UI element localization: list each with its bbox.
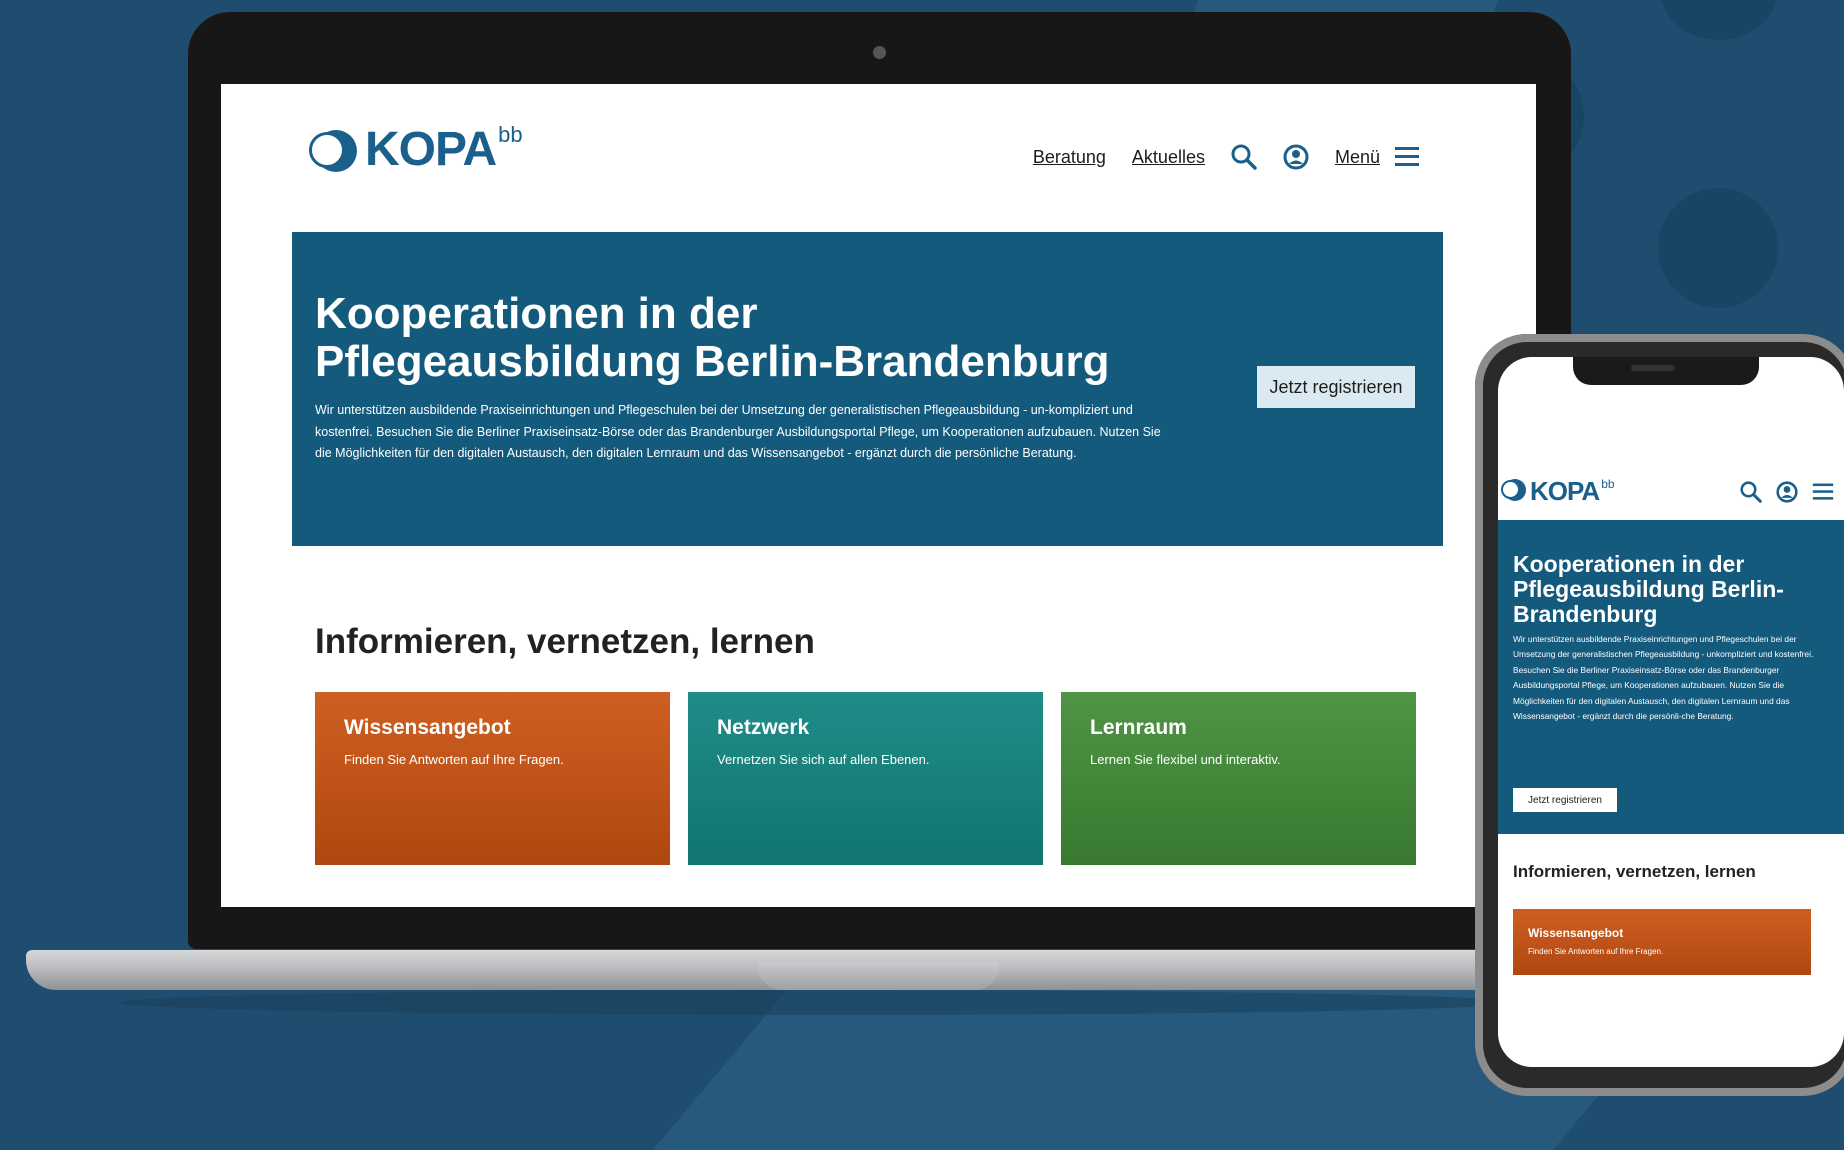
nav-link-beratung[interactable]: Beratung [1033, 147, 1106, 168]
logo-mark-icon [1501, 479, 1526, 501]
card-title: Wissensangebot [1528, 926, 1624, 940]
nav-link-aktuelles[interactable]: Aktuelles [1132, 147, 1205, 168]
card-text: Finden Sie Antworten auf Ihre Fragen. [1528, 947, 1664, 956]
logo-text: KOPA [1530, 476, 1600, 506]
background-circle [1660, 0, 1778, 40]
card-title: Lernraum [1090, 716, 1187, 739]
hero-text: Wir unterstützen ausbildende Praxiseinri… [315, 403, 1161, 460]
feature-cards: Wissensangebot Finden Sie Antworten auf … [315, 692, 1416, 865]
card-netzwerk[interactable]: Netzwerk Vernetzen Sie sich auf allen Eb… [688, 692, 1043, 865]
background-circle [1658, 188, 1778, 308]
card-text: Lernen Sie flexibel und interaktiv. [1090, 752, 1281, 767]
card-text: Finden Sie Antworten auf Ihre Fragen. [344, 752, 564, 767]
logo-superscript: bb [498, 122, 523, 147]
laptop-screen: KOPA bb Beratung Aktuelles Menü Kooperat… [221, 84, 1536, 907]
mobile-logo[interactable]: KOPA bb [1501, 475, 1615, 507]
search-icon[interactable] [1231, 144, 1257, 170]
laptop-camera [873, 46, 886, 59]
kopa-logo[interactable]: KOPA bb [309, 120, 523, 180]
phone-notch [1573, 357, 1759, 385]
user-icon[interactable] [1776, 481, 1798, 503]
mobile-card-wissensangebot[interactable]: Wissensangebot Finden Sie Antworten auf … [1513, 909, 1811, 975]
card-title: Netzwerk [717, 716, 810, 739]
laptop-notch [758, 962, 999, 990]
section-title: Informieren, vernetzen, lernen [315, 622, 815, 661]
mobile-hero-title: Kooperationen in der Pflegeausbildung Be… [1513, 551, 1784, 627]
user-icon[interactable] [1283, 144, 1309, 170]
mobile-hero-text: Wir unterstützen ausbildende Praxiseinri… [1513, 634, 1814, 722]
menu-label: Menü [1334, 146, 1380, 167]
logo-mark-icon [309, 130, 357, 172]
card-lernraum[interactable]: Lernraum Lernen Sie flexibel und interak… [1061, 692, 1416, 865]
site-header: KOPA bb Beratung Aktuelles Menü [309, 120, 1420, 180]
main-nav: Beratung Aktuelles Menü [1033, 144, 1420, 170]
hero-title: Kooperationen in der Pflegeausbildung Ber… [315, 289, 1110, 386]
card-wissensangebot[interactable]: Wissensangebot Finden Sie Antworten auf … [315, 692, 670, 865]
mobile-register-button[interactable]: Jetzt registrieren [1513, 788, 1617, 812]
mobile-hero: Kooperationen in der Pflegeausbildung Be… [1498, 520, 1844, 834]
hero-banner: Kooperationen in der Pflegeausbildung Ber… [292, 232, 1443, 546]
hamburger-icon [1394, 144, 1420, 170]
mobile-header: KOPA bb [1501, 475, 1834, 511]
card-text: Vernetzen Sie sich auf allen Ebenen. [717, 752, 930, 767]
menu-button[interactable]: Menü [1335, 144, 1420, 170]
mobile-section-title: Informieren, vernetzen, lernen [1513, 862, 1756, 881]
hamburger-icon[interactable] [1812, 481, 1834, 503]
search-icon[interactable] [1740, 481, 1762, 503]
register-button[interactable]: Jetzt registrieren [1257, 366, 1415, 408]
mobile-nav-icons [1740, 481, 1834, 503]
logo-superscript: bb [1601, 477, 1615, 491]
logo-text: KOPA [365, 123, 497, 176]
laptop-shadow [120, 990, 1520, 1015]
phone-screen: KOPA bb Kooperationen in der Pflegeausbi… [1498, 357, 1844, 1067]
phone-speaker [1631, 365, 1675, 371]
card-title: Wissensangebot [344, 716, 511, 739]
